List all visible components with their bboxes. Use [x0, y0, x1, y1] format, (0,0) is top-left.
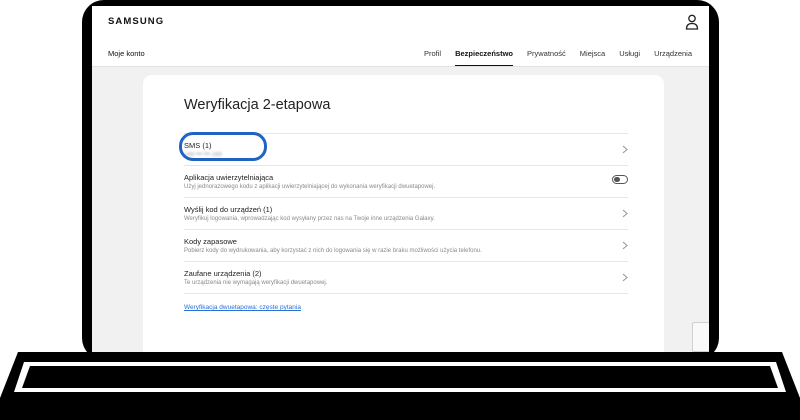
option-title: Zaufane urządzenia (2): [184, 269, 262, 278]
option-title: Aplikacja uwierzytelniająca: [184, 173, 274, 182]
option-sms[interactable]: SMS (1) +48 ••• ••• 289: [184, 133, 628, 166]
option-description: Pobierz kody do wydrukowania, aby korzys…: [184, 248, 482, 254]
samsung-logo: SAMSUNG: [108, 16, 165, 27]
account-subnav: Moje konto Profil Bezpieczeństwo Prywatn…: [92, 40, 709, 67]
tab-prywatnosc[interactable]: Prywatność: [520, 40, 573, 66]
option-phone-number: +48 ••• ••• 289: [184, 152, 222, 158]
chevron-right-icon: [622, 241, 628, 250]
option-authenticator-app: Aplikacja uwierzytelniająca Użyj jednora…: [184, 166, 628, 198]
option-title: SMS (1): [184, 141, 212, 150]
laptop-base: [0, 352, 800, 420]
recaptcha-badge: [692, 322, 709, 352]
authenticator-toggle[interactable]: [612, 175, 628, 184]
toggle-knob: [614, 176, 620, 183]
two-step-card: Weryfikacja 2-etapowa SMS (1) +48 ••• ••…: [143, 75, 664, 352]
card-title: Weryfikacja 2-etapowa: [184, 97, 331, 113]
tab-bezpieczenstwo[interactable]: Bezpieczeństwo: [448, 40, 520, 66]
option-title: Kody zapasowe: [184, 237, 237, 246]
option-description: Użyj jednorazowego kodu z aplikacji uwie…: [184, 184, 436, 190]
option-send-code-to-devices[interactable]: Wyślij kod do urządzeń (1) Weryfikuj log…: [184, 198, 628, 230]
top-header: SAMSUNG: [92, 6, 709, 40]
chevron-right-icon: [622, 209, 628, 218]
tab-bar: Profil Bezpieczeństwo Prywatność Miejsca…: [417, 40, 699, 66]
tab-profil[interactable]: Profil: [417, 40, 448, 66]
option-trusted-devices[interactable]: Zaufane urządzenia (2) Te urządzenia nie…: [184, 262, 628, 294]
option-backup-codes[interactable]: Kody zapasowe Pobierz kody do wydrukowan…: [184, 230, 628, 262]
tab-miejsca[interactable]: Miejsca: [573, 40, 612, 66]
screen: SAMSUNG Moje konto Profil Bezpieczeństwo…: [92, 6, 709, 352]
person-icon[interactable]: [685, 14, 699, 30]
option-description: Weryfikuj logowania, wprowadzając kod wy…: [184, 216, 435, 222]
chevron-right-icon: [622, 273, 628, 282]
faq-link[interactable]: Weryfikacja dwuetapowa: częste pytania: [184, 304, 301, 311]
option-title: Wyślij kod do urządzeń (1): [184, 205, 273, 214]
tab-urzadzenia[interactable]: Urządzenia: [647, 40, 699, 66]
page-title: Moje konto: [108, 49, 145, 58]
tab-uslugi[interactable]: Usługi: [612, 40, 647, 66]
chevron-right-icon: [622, 145, 628, 154]
verification-options: SMS (1) +48 ••• ••• 289 Aplikacja uwierz…: [184, 133, 628, 294]
option-description: Te urządzenia nie wymagają weryfikacji d…: [184, 280, 328, 286]
